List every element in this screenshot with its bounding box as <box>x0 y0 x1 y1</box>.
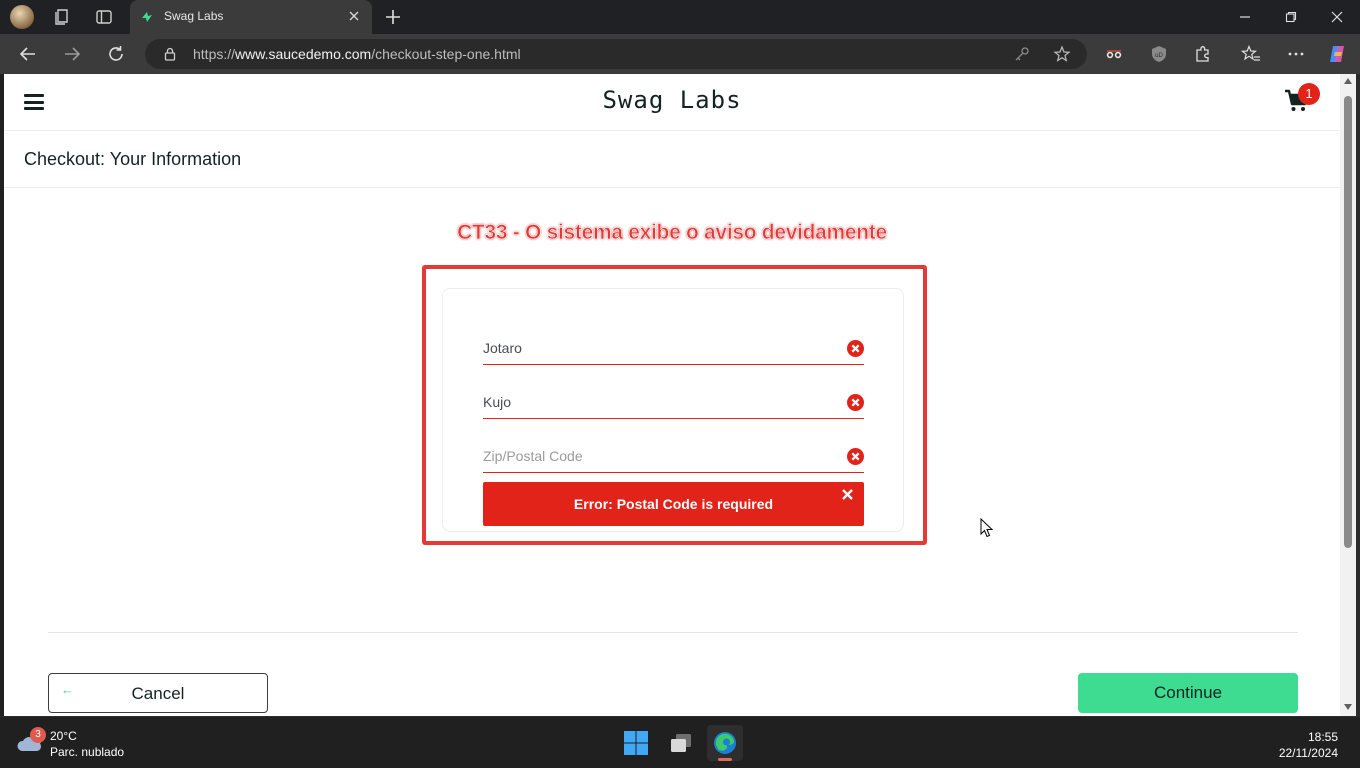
weather-alert-badge: 3 <box>30 727 46 743</box>
copilot-icon[interactable] <box>1327 44 1347 64</box>
page-title: Checkout: Your Information <box>24 149 242 169</box>
error-x-icon <box>847 448 864 465</box>
app-logo: Swag Labs <box>602 86 742 114</box>
error-x-icon <box>847 340 864 357</box>
scrollbar-thumb[interactable] <box>1344 96 1352 548</box>
lock-icon[interactable] <box>162 46 178 62</box>
favorite-star-icon[interactable] <box>1053 45 1071 63</box>
secondary-header: Checkout: Your Information <box>4 131 1340 188</box>
more-menu-icon[interactable] <box>1286 44 1306 64</box>
scroll-up-icon[interactable] <box>1344 78 1352 84</box>
restore-icon <box>1285 11 1297 23</box>
continue-button[interactable]: Continue <box>1078 673 1298 713</box>
address-bar[interactable]: https://www.saucedemo.com/checkout-step-… <box>145 39 1087 69</box>
vertical-tabs-icon[interactable] <box>94 7 114 27</box>
test-annotation-caption: CT33 - O sistema exibe o aviso devidamen… <box>457 221 888 245</box>
weather-temperature[interactable]: 20°C <box>50 729 77 743</box>
task-view-button[interactable] <box>663 725 699 761</box>
first-name-input[interactable] <box>483 333 833 363</box>
error-close-icon[interactable] <box>841 488 854 501</box>
weather-description[interactable]: Parc. nublado <box>50 745 124 759</box>
profile-avatar[interactable] <box>10 5 34 29</box>
password-key-icon[interactable] <box>1013 45 1031 63</box>
error-x-icon <box>847 394 864 411</box>
browser-tab-bar: Swag Labs <box>0 0 1360 34</box>
extensions-puzzle-icon[interactable] <box>1193 44 1213 64</box>
browser-toolbar: https://www.saucedemo.com/checkout-step-… <box>0 34 1360 74</box>
back-icon[interactable] <box>17 43 39 65</box>
app-header: Swag Labs 1 <box>4 74 1340 131</box>
favorites-icon[interactable] <box>1241 44 1261 64</box>
scroll-down-icon[interactable] <box>1344 704 1352 710</box>
tab-title: Swag Labs <box>164 9 224 23</box>
continue-button-label: Continue <box>1153 683 1223 702</box>
edge-browser-icon <box>714 732 736 754</box>
first-name-field <box>483 333 864 365</box>
windows-taskbar: 3 20°C Parc. nublado 18:55 22/11/2024 <box>0 716 1360 768</box>
clock-time[interactable]: 18:55 <box>1308 730 1338 744</box>
minimize-icon <box>1240 16 1250 18</box>
postal-code-field <box>483 441 864 473</box>
edge-taskbar-button[interactable] <box>707 725 743 761</box>
error-message-container: Error: Postal Code is required <box>483 482 864 526</box>
page-viewport: Swag Labs 1 Checkout: Your Information C… <box>4 74 1340 716</box>
swag-labs-favicon <box>142 12 152 22</box>
checkout-info-form: Error: Postal Code is required <box>442 288 904 532</box>
refresh-icon[interactable] <box>105 43 127 65</box>
postal-code-input[interactable] <box>483 441 833 471</box>
svg-text:uD: uD <box>1155 53 1163 59</box>
cancel-button-label: Cancel <box>131 684 185 703</box>
last-name-input[interactable] <box>483 387 833 417</box>
footer-divider <box>48 632 1298 633</box>
start-button[interactable] <box>618 725 654 761</box>
clock-date[interactable]: 22/11/2024 <box>1279 746 1338 760</box>
windows-logo-icon <box>624 731 648 755</box>
close-tab-icon[interactable] <box>346 8 362 24</box>
close-window-button[interactable] <box>1314 0 1360 34</box>
active-app-indicator <box>718 758 732 761</box>
tab-swag-labs[interactable]: Swag Labs <box>130 0 372 34</box>
workspaces-icon[interactable] <box>52 7 72 27</box>
minimize-button[interactable] <box>1222 0 1268 34</box>
url-text[interactable]: https://www.saucedemo.com/checkout-step-… <box>193 46 521 62</box>
mouse-cursor-icon <box>980 518 994 538</box>
error-message-text: Error: Postal Code is required <box>573 496 774 512</box>
cart-badge[interactable]: 1 <box>1298 83 1320 105</box>
page-scrollbar[interactable] <box>1340 74 1356 716</box>
last-name-field <box>483 387 864 419</box>
cancel-button[interactable]: ← Cancel <box>48 673 268 713</box>
new-tab-icon[interactable] <box>383 7 403 27</box>
forward-icon[interactable] <box>61 43 83 65</box>
window-edge <box>1356 74 1360 716</box>
close-icon <box>1331 11 1343 23</box>
ublock-shield-icon[interactable]: uD <box>1149 44 1169 64</box>
extension-glasses-icon[interactable] <box>1104 44 1124 64</box>
task-view-icon <box>671 734 691 752</box>
restore-button[interactable] <box>1268 0 1314 34</box>
